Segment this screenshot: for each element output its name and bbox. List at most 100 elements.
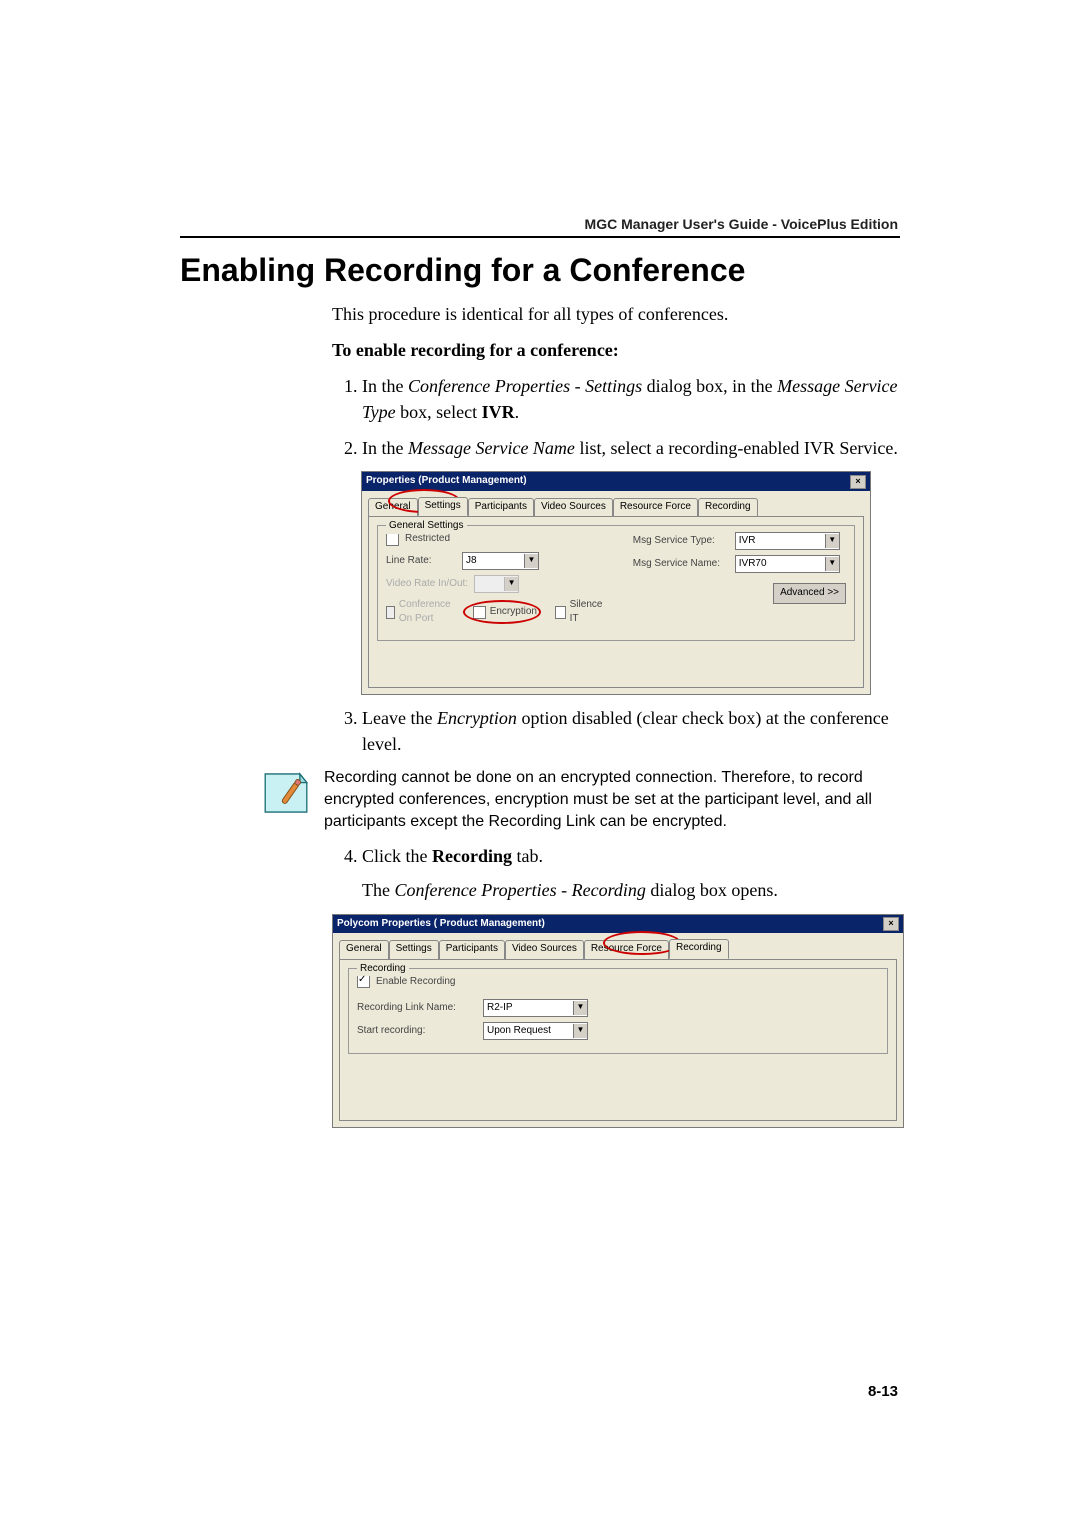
msg-type-select[interactable]: IVR ▼: [735, 532, 840, 550]
restricted-checkbox[interactable]: [386, 533, 399, 546]
header-rule: [180, 236, 900, 238]
advanced-button[interactable]: Advanced >>: [773, 583, 846, 604]
msg-name-value: IVR70: [739, 557, 767, 572]
steps-list-cont: Leave the Encryption option disabled (cl…: [332, 705, 900, 757]
chevron-down-icon: ▼: [573, 1001, 587, 1015]
msg-name-select[interactable]: IVR70 ▼: [735, 555, 840, 573]
t: dialog box, in the: [642, 376, 777, 396]
line-rate-select[interactable]: J8 ▼: [462, 552, 539, 570]
t: tab.: [512, 846, 543, 866]
start-recording-value: Upon Request: [487, 1024, 551, 1039]
tab-resource-force[interactable]: Resource Force: [613, 498, 698, 517]
dialog-title: Properties (Product Management): [366, 474, 527, 489]
properties-dialog-recording: Polycom Properties ( Product Management)…: [332, 914, 904, 1129]
tab-general[interactable]: General: [368, 498, 418, 517]
msg-type-label: Msg Service Type:: [633, 534, 729, 549]
close-icon[interactable]: ×: [883, 917, 899, 931]
tab-participants[interactable]: Participants: [468, 498, 534, 517]
line-rate-value: J8: [466, 554, 477, 569]
note-icon: [260, 767, 312, 819]
page-title: Enabling Recording for a Conference: [180, 200, 900, 289]
t: .: [515, 402, 520, 422]
titlebar: Properties (Product Management) ×: [362, 472, 870, 491]
tab-panel: General Settings Restricted Line Rate: J…: [368, 516, 864, 688]
t: Encryption: [437, 708, 517, 728]
video-rate-label: Video Rate In/Out:: [386, 577, 468, 592]
tabs-row: General Settings Participants Video Sour…: [362, 491, 870, 517]
link-name-select[interactable]: R2-IP ▼: [483, 999, 588, 1017]
page: MGC Manager User's Guide - VoicePlus Edi…: [0, 0, 1080, 1528]
enable-recording-label: Enable Recording: [376, 975, 456, 990]
step-2: In the Message Service Name list, select…: [362, 435, 900, 461]
t: Conference Properties - Recording: [394, 880, 645, 900]
intro: This procedure is identical for all type…: [332, 301, 900, 327]
chevron-down-icon: ▼: [524, 554, 538, 568]
step-3: Leave the Encryption option disabled (cl…: [362, 705, 900, 757]
tab-video-sources[interactable]: Video Sources: [505, 940, 584, 959]
note: Recording cannot be done on an encrypted…: [260, 767, 900, 833]
chevron-down-icon: ▼: [825, 534, 839, 548]
steps-list: In the Conference Properties - Settings …: [332, 373, 900, 461]
tab-recording[interactable]: Recording: [669, 939, 729, 959]
step-4: Click the Recording tab. The Conference …: [362, 843, 900, 903]
t: IVR: [482, 402, 515, 422]
encryption-label: Encryption: [490, 605, 537, 620]
body-column: This procedure is identical for all type…: [332, 301, 900, 1128]
enable-recording-checkbox[interactable]: [357, 975, 370, 988]
titlebar: Polycom Properties ( Product Management)…: [333, 915, 903, 934]
t: Leave the: [362, 708, 437, 728]
t: Conference Properties - Settings: [408, 376, 642, 396]
tab-settings[interactable]: Settings: [389, 940, 439, 959]
start-recording-label: Start recording:: [357, 1024, 477, 1039]
properties-dialog-settings: Properties (Product Management) × Genera…: [361, 471, 871, 695]
chevron-down-icon: ▼: [825, 557, 839, 571]
tabs-row: General Settings Participants Video Sour…: [333, 933, 903, 959]
t: In the: [362, 438, 408, 458]
tab-general[interactable]: General: [339, 940, 389, 959]
msg-name-label: Msg Service Name:: [633, 557, 729, 572]
conference-on-port-label: Conference On Port: [399, 598, 455, 627]
line-rate-row: Line Rate: J8 ▼: [386, 552, 605, 570]
tab-video-sources[interactable]: Video Sources: [534, 498, 613, 517]
silence-checkbox[interactable]: [555, 606, 566, 619]
link-name-label: Recording Link Name:: [357, 1001, 477, 1016]
enable-recording-row: Enable Recording: [357, 975, 879, 990]
step-1: In the Conference Properties - Settings …: [362, 373, 900, 425]
t: Message Service Name: [408, 438, 575, 458]
step-4-after: The Conference Properties - Recording di…: [362, 877, 900, 903]
restricted-row: Restricted: [386, 532, 605, 547]
t: Recording: [432, 846, 512, 866]
encryption-checkbox[interactable]: [473, 606, 486, 619]
msg-name-row: Msg Service Name: IVR70 ▼: [633, 555, 846, 573]
t: The: [362, 880, 394, 900]
start-recording-select[interactable]: Upon Request ▼: [483, 1022, 588, 1040]
page-number: 8-13: [868, 1383, 898, 1400]
msg-type-value: IVR: [739, 534, 756, 549]
t: In the: [362, 376, 408, 396]
start-recording-row: Start recording: Upon Request ▼: [357, 1022, 879, 1040]
chevron-down-icon: ▼: [573, 1024, 587, 1038]
t: dialog box opens.: [646, 880, 778, 900]
link-name-value: R2-IP: [487, 1001, 513, 1016]
chevron-down-icon: ▼: [504, 577, 518, 591]
tab-resource-force[interactable]: Resource Force: [584, 940, 669, 959]
procedure-title: To enable recording for a conference:: [332, 337, 900, 363]
tab-participants[interactable]: Participants: [439, 940, 505, 959]
t: list, select a recording-enabled IVR Ser…: [575, 438, 898, 458]
video-rate-select: ▼: [474, 575, 519, 593]
video-rate-row: Video Rate In/Out: ▼: [386, 575, 605, 593]
link-name-row: Recording Link Name: R2-IP ▼: [357, 999, 879, 1017]
tab-recording[interactable]: Recording: [698, 498, 758, 517]
t: Click the: [362, 846, 432, 866]
tab-settings[interactable]: Settings: [418, 497, 468, 517]
recording-group: Recording Enable Recording Recording Lin…: [348, 968, 888, 1055]
line-rate-label: Line Rate:: [386, 554, 456, 569]
tab-panel: Recording Enable Recording Recording Lin…: [339, 959, 897, 1122]
silence-label: Silence IT: [570, 598, 605, 627]
close-icon[interactable]: ×: [850, 475, 866, 489]
general-settings-group: General Settings Restricted Line Rate: J…: [377, 525, 855, 641]
checkbox-row: Conference On Port Encryption Silence I: [386, 598, 605, 627]
steps-list-4: Click the Recording tab. The Conference …: [332, 843, 900, 903]
dialog-title: Polycom Properties ( Product Management): [337, 917, 545, 932]
conference-on-port-checkbox: [386, 606, 395, 619]
